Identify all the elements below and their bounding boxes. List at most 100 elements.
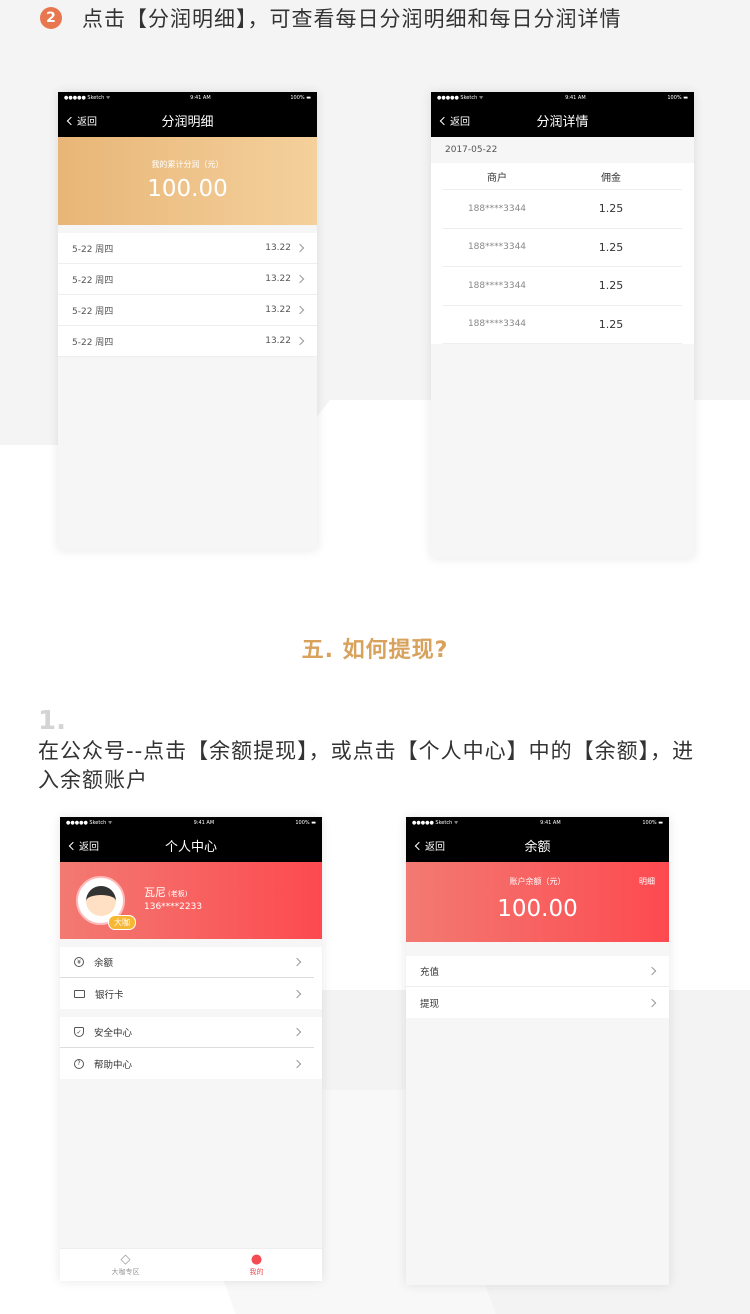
menu-item-label: 安全中心	[94, 1028, 133, 1039]
cell-commission: 1.25	[598, 240, 624, 254]
menu-group-support: ✓ 安全中心 ? 帮助中心	[60, 1017, 322, 1079]
status-battery: 100% ▬	[642, 820, 663, 826]
user-phone: 136****2233	[144, 902, 203, 912]
chevron-right-icon	[292, 989, 302, 998]
commission-table: 商户 佣金 188****3344 1.25 188****3344 1.25 18…	[431, 163, 694, 344]
list-item-date: 5-22 周四	[72, 306, 114, 317]
user-icon: ●	[250, 1252, 263, 1267]
profile-header: 大咖 瓦尼 (老板) 136****2233	[60, 862, 322, 939]
status-bar: ●●●●● Sketch ᯤ 9:41 AM 100% ▬	[431, 92, 694, 104]
status-battery: 100% ▬	[667, 95, 688, 101]
status-time: 9:41 AM	[565, 95, 586, 101]
list-item[interactable]: 5-22 周四 13.22	[58, 295, 317, 326]
back-button[interactable]: 返回	[66, 113, 97, 128]
cell-merchant: 188****3344	[467, 280, 527, 291]
page-title: 分润明细	[161, 115, 214, 130]
status-carrier: ●●●●● Sketch ᯤ	[64, 95, 111, 101]
table-row: 188****3344 1.25	[443, 306, 682, 344]
menu-item-withdraw[interactable]: 提现	[406, 987, 669, 1018]
yuan-icon: ¥	[74, 957, 84, 967]
page-title: 余额	[524, 840, 551, 855]
menu-item-balance[interactable]: ¥ 余额	[60, 947, 314, 978]
menu-item-security[interactable]: ✓ 安全中心	[60, 1017, 314, 1048]
user-name-text: 瓦尼	[144, 886, 166, 899]
table-row: 188****3344 1.25	[443, 190, 682, 229]
cell-commission: 1.25	[598, 317, 624, 331]
diamond-icon: ◇	[120, 1252, 131, 1267]
header-commission: 佣金	[601, 172, 621, 184]
list-item-amount: 13.22	[265, 336, 291, 346]
cell-merchant: 188****3344	[467, 203, 527, 214]
page: 2 点击【分润明细】，可查看每日分润明细和每日分润详情 ●●●●● Sketch…	[0, 0, 750, 1314]
status-battery: 100% ▬	[295, 820, 316, 826]
chevron-right-icon	[292, 1059, 302, 1068]
chevron-right-icon	[295, 305, 305, 315]
phone-profit-detail: ●●●●● Sketch ᯤ 9:41 AM 100% ▬ 返回 分润明细 我的…	[58, 92, 317, 550]
back-label: 返回	[425, 842, 445, 853]
status-bar: ●●●●● Sketch ᯤ 9:41 AM 100% ▬	[406, 817, 669, 829]
chevron-right-icon	[292, 1027, 302, 1037]
nav-bar: 返回 余额	[406, 829, 669, 862]
bank-card-icon	[74, 989, 85, 998]
chevron-right-icon	[647, 966, 657, 976]
step2-number-badge: 2	[40, 7, 62, 29]
back-button[interactable]: 返回	[68, 838, 99, 853]
cell-merchant: 188****3344	[467, 319, 527, 330]
menu-item-recharge[interactable]: 充值	[406, 956, 669, 987]
cell-commission: 1.25	[598, 279, 624, 293]
tab-vip-zone[interactable]: ◇ 大咖专区	[60, 1249, 191, 1281]
nav-bar: 返回 分润明细	[58, 104, 317, 137]
menu-group-finance: ¥ 余额 银行卡	[60, 947, 322, 1009]
chevron-right-icon	[295, 243, 305, 253]
chevron-left-icon	[68, 841, 78, 850]
shield-icon: ✓	[74, 1027, 84, 1037]
step1-text: 在公众号--点击【余额提现】，或点击【个人中心】中的【余额】，进入余额账户	[38, 739, 695, 792]
chevron-right-icon	[647, 998, 657, 1007]
step1-number: 1.	[38, 706, 66, 736]
table-row: 188****3344 1.25	[443, 267, 682, 306]
chevron-left-icon	[414, 841, 424, 850]
menu-item-bank-card[interactable]: 银行卡	[60, 978, 314, 1009]
back-button[interactable]: 返回	[414, 838, 445, 853]
menu-item-label: 帮助中心	[94, 1059, 133, 1071]
header-merchant: 商户	[487, 172, 507, 184]
status-carrier: ●●●●● Sketch ᯤ	[437, 95, 484, 101]
chevron-right-icon	[295, 274, 305, 284]
detail-link[interactable]: 明细	[639, 876, 655, 887]
menu-item-label: 提现	[420, 998, 440, 1010]
banner-label: 账户余额（元）	[509, 877, 566, 886]
detail-date: 2017-05-22	[445, 145, 498, 155]
status-carrier: ●●●●● Sketch ᯤ	[66, 820, 113, 826]
back-button[interactable]: 返回	[439, 113, 470, 128]
list-item[interactable]: 5-22 周四 13.22	[58, 326, 317, 357]
menu-item-help[interactable]: ? 帮助中心	[60, 1048, 314, 1079]
list-item-amount: 13.22	[265, 274, 291, 284]
step2-text: 点击【分润明细】，可查看每日分润明细和每日分润详情	[82, 7, 622, 31]
status-bar: ●●●●● Sketch ᯤ 9:41 AM 100% ▬	[60, 817, 322, 829]
list-item-amount: 13.22	[265, 243, 291, 253]
section-title: 五. 如何提现?	[301, 638, 449, 663]
list-item-date: 5-22 周四	[72, 275, 114, 286]
menu-item-label: 银行卡	[95, 989, 124, 1001]
page-title: 分润详情	[536, 115, 589, 130]
nav-bar: 返回 个人中心	[60, 829, 322, 862]
avatar-face-icon	[85, 885, 116, 916]
tab-mine[interactable]: ● 我的	[191, 1249, 322, 1281]
page-title: 个人中心	[164, 840, 217, 855]
list-item[interactable]: 5-22 周四 13.22	[58, 233, 317, 264]
tab-label: 我的	[249, 1268, 264, 1276]
cell-merchant: 188****3344	[467, 242, 527, 253]
back-label: 返回	[79, 842, 99, 853]
back-label: 返回	[450, 117, 470, 128]
balance-actions: 充值 提现	[406, 956, 669, 1018]
status-time: 9:41 AM	[190, 95, 211, 101]
tab-bar: ◇ 大咖专区 ● 我的	[60, 1248, 322, 1281]
status-battery: 100% ▬	[290, 95, 311, 101]
user-role: (老板)	[168, 890, 188, 898]
chevron-left-icon	[66, 116, 76, 125]
phone-personal-center: ●●●●● Sketch ᯤ 9:41 AM 100% ▬ 返回 个人中心 大咖…	[60, 817, 322, 1281]
list-item-date: 5-22 周四	[72, 337, 114, 348]
help-icon: ?	[74, 1058, 84, 1069]
list-item[interactable]: 5-22 周四 13.22	[58, 264, 317, 295]
nav-bar: 返回 分润详情	[431, 104, 694, 137]
